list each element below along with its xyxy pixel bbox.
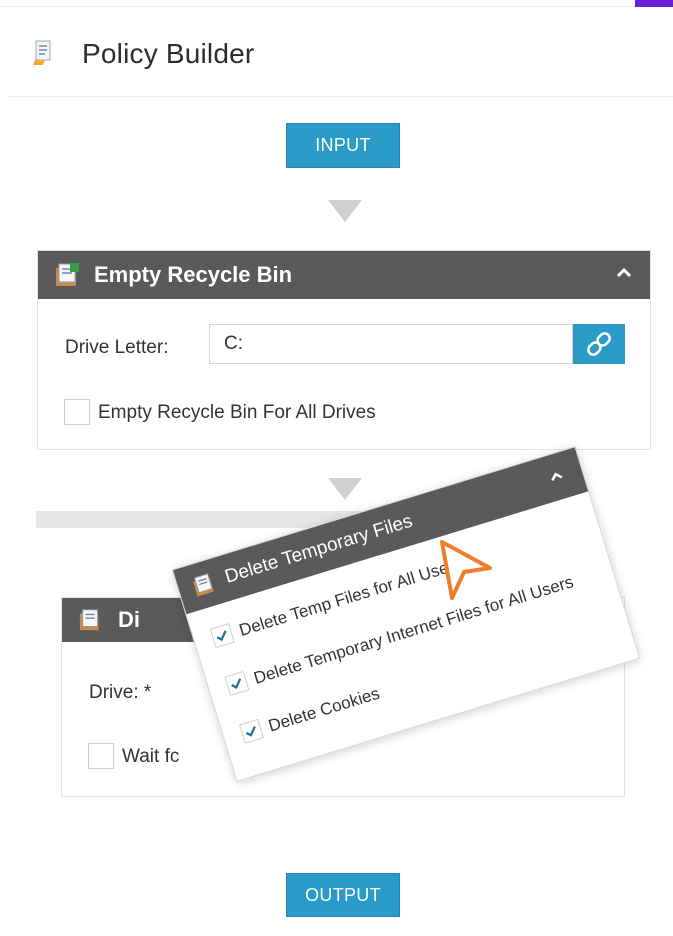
checkbox-checked[interactable]	[209, 622, 235, 648]
flow-arrow-down-icon	[328, 838, 362, 860]
action-icon	[79, 609, 99, 631]
checkbox-checked[interactable]	[224, 670, 250, 696]
link-icon	[587, 332, 611, 356]
drive-letter-label: Drive Letter:	[65, 337, 169, 358]
wait-label: Wait fc	[122, 746, 180, 767]
checkmark-icon	[231, 677, 242, 689]
empty-recycle-bin-panel: Empty Recycle Bin Drive Letter: C: Empty…	[37, 250, 651, 450]
checkmark-icon	[216, 629, 227, 641]
panel-header[interactable]: Empty Recycle Bin	[38, 251, 650, 299]
corner-accent	[635, 0, 673, 7]
drive-label: Drive: *	[89, 682, 152, 703]
policy-document-icon	[33, 40, 51, 65]
all-drives-label: Empty Recycle Bin For All Drives	[98, 402, 376, 423]
top-divider	[0, 6, 673, 7]
all-drives-checkbox[interactable]	[64, 399, 90, 425]
drag-cursor-icon	[440, 540, 492, 600]
drive-letter-input[interactable]: C:	[209, 324, 573, 364]
link-variable-button[interactable]	[573, 324, 625, 364]
action-icon	[193, 573, 214, 597]
flow-arrow-down-icon	[328, 478, 362, 500]
panel-title: Di	[118, 607, 140, 632]
wait-checkbox[interactable]	[88, 743, 114, 769]
action-icon	[56, 263, 79, 286]
page-title: Policy Builder	[82, 38, 255, 69]
chevron-up-icon[interactable]	[544, 465, 569, 490]
panel-title: Empty Recycle Bin	[94, 262, 293, 287]
app-header: Policy Builder	[0, 16, 673, 96]
output-node-button[interactable]: OUTPUT	[286, 873, 400, 917]
input-node-button[interactable]: INPUT	[286, 123, 400, 168]
chevron-up-icon[interactable]	[614, 263, 634, 283]
flow-arrow-down-icon	[328, 200, 362, 222]
panel-header[interactable]: Di	[62, 598, 202, 642]
option-label: Delete Temporary Internet Files for All …	[251, 572, 576, 688]
checkbox-checked[interactable]	[238, 718, 264, 744]
header-divider	[8, 96, 673, 97]
option-label: Delete Cookies	[266, 683, 382, 736]
checkmark-icon	[245, 725, 256, 737]
cookies-option[interactable]: Delete Cookies	[238, 683, 382, 746]
